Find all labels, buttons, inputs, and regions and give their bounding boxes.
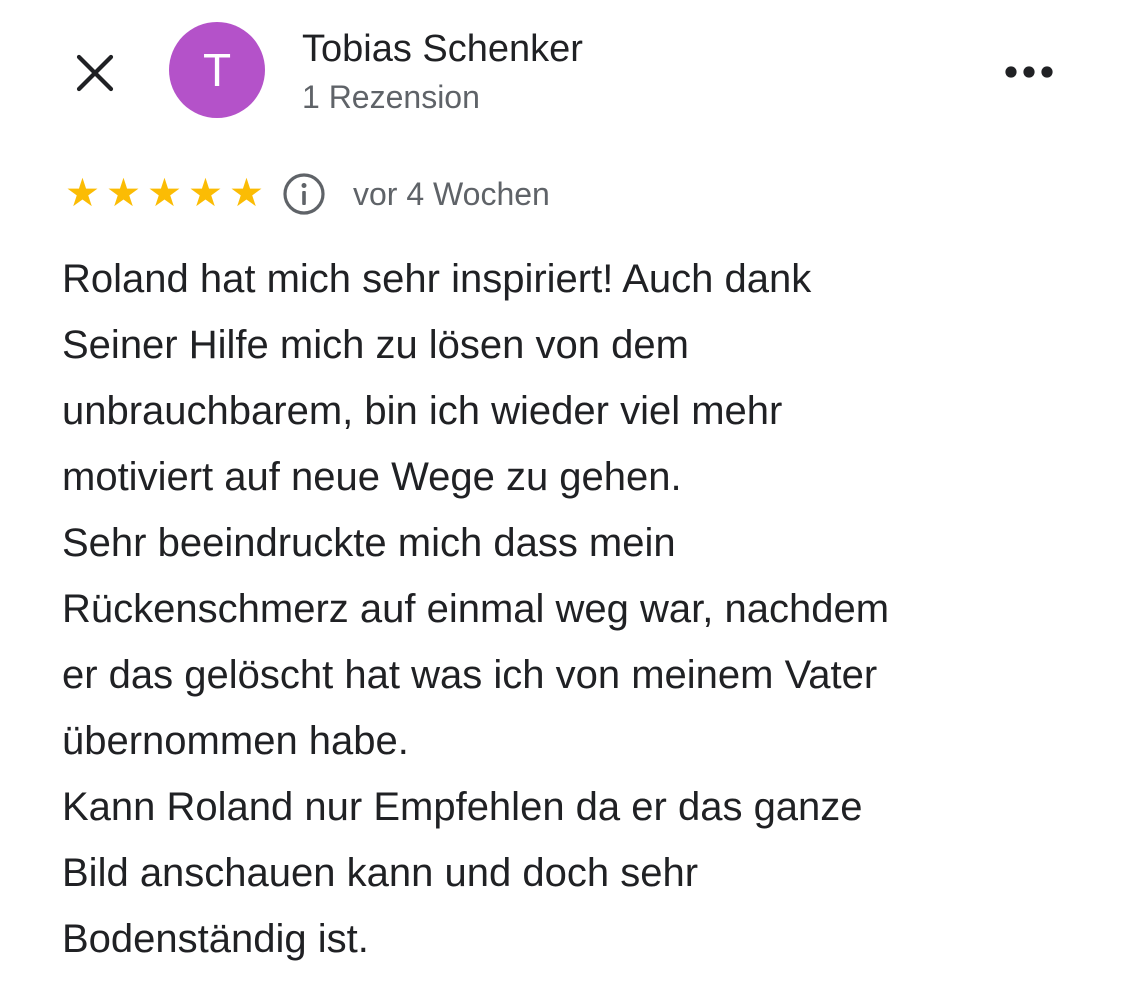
review-header: T Tobias Schenker 1 Rezension xyxy=(0,0,1121,140)
star-icon: ★ xyxy=(229,171,264,216)
review-text-line: übernommen habe. xyxy=(62,719,409,763)
star-icon: ★ xyxy=(147,171,182,216)
more-options-button[interactable] xyxy=(996,52,1062,92)
review-text-line: er das gelöscht hat was ich von meinem V… xyxy=(62,653,878,697)
star-icon: ★ xyxy=(65,171,100,216)
star-rating: ★ ★ ★ ★ ★ xyxy=(62,172,267,216)
rating-row: ★ ★ ★ ★ ★ vor 4 Wochen xyxy=(62,168,550,220)
review-text: Roland hat mich sehr inspiriert! Auch da… xyxy=(62,246,1102,972)
avatar-letter: T xyxy=(202,44,232,96)
info-icon xyxy=(283,173,325,215)
review-text-line: Bild anschauen kann und doch sehr xyxy=(62,851,699,895)
review-date: vor 4 Wochen xyxy=(353,176,550,212)
review-text-line: unbrauchbarem, bin ich wieder viel mehr xyxy=(62,389,783,433)
review-text-line: Rückenschmerz auf einmal weg war, nachde… xyxy=(62,587,890,631)
review-text-line: Seiner Hilfe mich zu lösen von dem xyxy=(62,323,689,367)
info-button[interactable] xyxy=(281,171,327,217)
review-text-line: Bodenständig ist. xyxy=(62,917,369,961)
star-icon: ★ xyxy=(188,171,223,216)
author-review-count: 1 Rezension xyxy=(302,79,480,115)
review-text-line: Kann Roland nur Empfehlen da er das ganz… xyxy=(62,785,863,829)
close-button[interactable] xyxy=(66,44,124,102)
more-horizontal-icon xyxy=(1005,66,1053,78)
close-icon xyxy=(76,54,114,92)
review-text-line: Sehr beeindruckte mich dass mein xyxy=(62,521,676,565)
review-text-line: motiviert auf neue Wege zu gehen. xyxy=(62,455,682,499)
review-text-line: Roland hat mich sehr inspiriert! Auch da… xyxy=(62,257,812,301)
avatar[interactable]: T xyxy=(169,22,265,118)
author-name[interactable]: Tobias Schenker xyxy=(302,26,583,72)
star-icon: ★ xyxy=(106,171,141,216)
